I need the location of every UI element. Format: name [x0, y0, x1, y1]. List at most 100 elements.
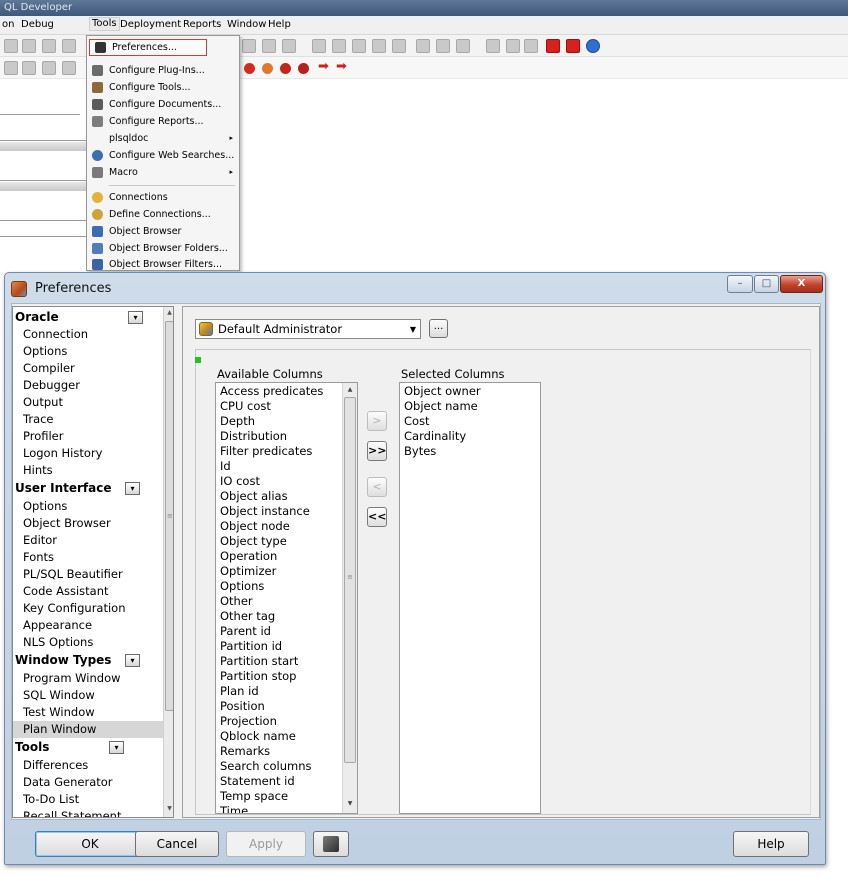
close-button[interactable]: X [780, 275, 823, 293]
tree-item-plsql-beautifier[interactable]: PL/SQL Beautifier [13, 566, 163, 583]
tree-item-appearance[interactable]: Appearance [13, 617, 163, 634]
menu-item-object-browser[interactable]: Object Browser [87, 224, 239, 239]
list-item[interactable]: Object alias [220, 489, 288, 504]
menu-deployment[interactable]: Deployment [120, 19, 181, 31]
list-item[interactable]: Search columns [220, 759, 312, 774]
tree-item-recall-statement[interactable]: Recall Statement [13, 808, 163, 817]
toolbar-icon[interactable] [486, 39, 500, 53]
toolbar-icon[interactable] [62, 61, 76, 75]
collapse-toggle-icon[interactable]: ▾ [125, 654, 140, 667]
toolbar-icon[interactable] [392, 39, 406, 53]
profile-select[interactable]: Default Administrator ▼ [195, 319, 421, 339]
tree-item-options[interactable]: Options [13, 343, 163, 360]
list-item[interactable]: Operation [220, 549, 277, 564]
add-all-columns-button[interactable]: >> [367, 441, 387, 461]
scroll-up-icon[interactable]: ▲ [165, 309, 173, 319]
tree-item-hints[interactable]: Hints [13, 462, 163, 479]
available-columns-list[interactable]: Access predicates CPU cost Depth Distrib… [215, 382, 358, 814]
list-item[interactable]: Bytes [404, 444, 436, 459]
remove-all-columns-button[interactable]: << [367, 507, 387, 527]
menu-window[interactable]: Window [227, 19, 266, 31]
toolbar-icon[interactable] [312, 39, 326, 53]
tree-scrollbar[interactable]: ▲ ≡ ▼ [163, 307, 173, 817]
menu-item-configure-documents[interactable]: Configure Documents... [87, 97, 239, 112]
list-item[interactable]: Parent id [220, 624, 271, 639]
list-item[interactable]: Optimizer [220, 564, 276, 579]
menu-item-connections[interactable]: Connections [87, 190, 239, 205]
ok-button[interactable]: OK [35, 831, 145, 857]
selected-columns-list[interactable]: Object owner Object name Cost Cardinalit… [399, 382, 541, 814]
cancel-button[interactable]: Cancel [135, 831, 219, 857]
collapse-toggle-icon[interactable]: ▾ [128, 311, 143, 324]
pdf-icon[interactable] [566, 39, 580, 53]
menu-debug[interactable]: Debug [21, 19, 54, 31]
tree-item-debugger[interactable]: Debugger [13, 377, 163, 394]
tree-item-editor[interactable]: Editor [13, 532, 163, 549]
list-item[interactable]: IO cost [220, 474, 260, 489]
menu-item-preferences[interactable]: Preferences... [89, 39, 207, 56]
list-item[interactable]: Remarks [220, 744, 270, 759]
toolbar-icon[interactable] [524, 39, 538, 53]
apply-button[interactable]: Apply [226, 831, 306, 857]
toolbar-icon[interactable] [4, 39, 18, 53]
tree-item-test-window[interactable]: Test Window [13, 704, 163, 721]
breakpoint-icon[interactable] [280, 63, 291, 74]
list-item[interactable]: Time [220, 804, 248, 813]
list-item[interactable]: Object name [404, 399, 478, 414]
arrow-right-icon[interactable]: ➡ [336, 60, 350, 74]
scroll-down-icon[interactable]: ▼ [345, 800, 355, 810]
collapse-toggle-icon[interactable]: ▾ [125, 482, 140, 495]
tree-item-todo-list[interactable]: To-Do List [13, 791, 163, 808]
tree-category-tools[interactable]: Tools ▾ [13, 739, 163, 756]
menu-item-plsqldoc[interactable]: plsqldoc ▸ [87, 131, 239, 146]
tree-item-fonts[interactable]: Fonts [13, 549, 163, 566]
tree-item-sql-window[interactable]: SQL Window [13, 687, 163, 704]
tree-item-trace[interactable]: Trace [13, 411, 163, 428]
menu-item-macro[interactable]: Macro ▸ [87, 165, 239, 180]
toolbar-icon[interactable] [242, 39, 256, 53]
tree-category-window-types[interactable]: Window Types ▾ [13, 652, 163, 669]
menu-item-object-browser-filters[interactable]: Object Browser Filters... [87, 257, 239, 272]
toolbar-icon[interactable] [506, 39, 520, 53]
list-item[interactable]: Partition start [220, 654, 298, 669]
tree-item-connection[interactable]: Connection [13, 326, 163, 343]
toolbar-icon[interactable] [22, 39, 36, 53]
menu-tools[interactable]: Tools [89, 17, 120, 31]
list-item[interactable]: Access predicates [220, 384, 323, 399]
list-item[interactable]: Qblock name [220, 729, 296, 744]
menu-item-define-connections[interactable]: Define Connections... [87, 207, 239, 222]
tree-item-output[interactable]: Output [13, 394, 163, 411]
list-item[interactable]: Other [220, 594, 253, 609]
tree-item-program-window[interactable]: Program Window [13, 670, 163, 687]
scroll-down-icon[interactable]: ▼ [165, 805, 173, 815]
breakpoint-icon[interactable] [262, 63, 273, 74]
tree-item-object-browser[interactable]: Object Browser [13, 515, 163, 532]
menu-item-configure-web-searches[interactable]: Configure Web Searches... [87, 148, 239, 163]
toolbar-icon[interactable] [332, 39, 346, 53]
menu-item-configure-tools[interactable]: Configure Tools... [87, 80, 239, 95]
toolbar-icon[interactable] [42, 39, 56, 53]
toolbar-icon[interactable] [62, 39, 76, 53]
list-item[interactable]: Partition id [220, 639, 282, 654]
toolbar-icon[interactable] [436, 39, 450, 53]
add-column-button[interactable]: > [367, 411, 387, 431]
menu-item-object-browser-folders[interactable]: Object Browser Folders... [87, 241, 239, 256]
list-item[interactable]: Object node [220, 519, 290, 534]
preferences-tool-button[interactable] [313, 831, 349, 857]
list-item[interactable]: Filter predicates [220, 444, 312, 459]
list-item[interactable]: CPU cost [220, 399, 271, 414]
breakpoint-icon[interactable] [244, 63, 255, 74]
tree-item-data-generator[interactable]: Data Generator [13, 774, 163, 791]
list-item[interactable]: Temp space [220, 789, 288, 804]
list-item[interactable]: Position [220, 699, 265, 714]
toolbar-icon[interactable] [282, 39, 296, 53]
tree-item-key-configuration[interactable]: Key Configuration [13, 600, 163, 617]
available-columns-scrollbar[interactable]: ▲ ≡ ▼ [342, 383, 357, 813]
menu-item-configure-reports[interactable]: Configure Reports... [87, 114, 239, 129]
list-item[interactable]: Options [220, 579, 264, 594]
tree-item-plan-window[interactable]: Plan Window [13, 721, 163, 738]
list-item[interactable]: Object type [220, 534, 287, 549]
list-item[interactable]: Cost [404, 414, 430, 429]
scroll-up-icon[interactable]: ▲ [345, 386, 355, 396]
tree-item-profiler[interactable]: Profiler [13, 428, 163, 445]
